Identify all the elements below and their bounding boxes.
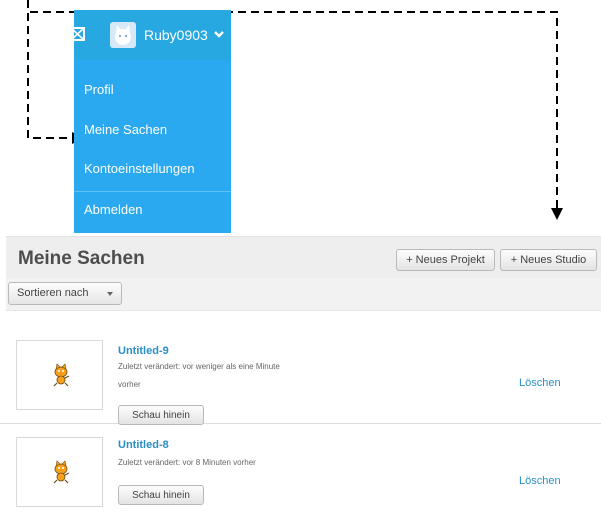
- view-project-button[interactable]: Schau hinein: [118, 485, 204, 505]
- project-thumbnail[interactable]: [16, 340, 103, 410]
- mail-icon[interactable]: [70, 26, 86, 42]
- account-dropdown-menu: Profil Meine Sachen Kontoeinstellungen A…: [74, 60, 231, 233]
- page-header: Meine Sachen + Neues Projekt + Neues Stu…: [6, 236, 601, 279]
- delete-project-link[interactable]: Löschen: [519, 377, 561, 389]
- scratch-cat-icon: [53, 363, 70, 387]
- project-row: Untitled-8 Zuletzt verändert: vor 8 Minu…: [0, 424, 601, 514]
- cat-avatar-icon[interactable]: [110, 22, 136, 48]
- project-modified-line1: Zuletzt verändert: vor weniger als eine …: [118, 362, 280, 371]
- account-bar: Ruby0903: [70, 10, 231, 60]
- arrow-right-head: [551, 208, 563, 220]
- page-title: Meine Sachen: [18, 248, 145, 269]
- project-row: Untitled-9 Zuletzt verändert: vor wenige…: [0, 335, 601, 425]
- username[interactable]: Ruby0903: [144, 27, 208, 43]
- project-modified-text: Zuletzt verändert: vor weniger als eine …: [118, 359, 328, 393]
- menu-item-profile[interactable]: Profil: [84, 82, 114, 97]
- view-project-button[interactable]: Schau hinein: [118, 405, 204, 425]
- chevron-down-icon[interactable]: [213, 28, 225, 40]
- project-title-link[interactable]: Untitled-9: [118, 345, 169, 357]
- menu-item-logout[interactable]: Abmelden: [84, 202, 143, 217]
- menu-item-my-stuff[interactable]: Meine Sachen: [84, 122, 167, 137]
- caret-down-icon: [107, 292, 113, 296]
- project-thumbnail[interactable]: [16, 437, 103, 507]
- project-title-link[interactable]: Untitled-8: [118, 439, 169, 451]
- sort-dropdown[interactable]: Sortieren nach: [8, 282, 122, 305]
- delete-project-link[interactable]: Löschen: [519, 475, 561, 487]
- new-studio-button[interactable]: + Neues Studio: [500, 249, 597, 271]
- project-modified-line2: vorher: [118, 380, 141, 389]
- project-modified-line1: Zuletzt verändert: vor 8 Minuten vorher: [118, 458, 256, 467]
- new-project-button[interactable]: + Neues Projekt: [396, 249, 495, 271]
- menu-divider: [74, 191, 231, 192]
- menu-item-account-settings[interactable]: Kontoeinstellungen: [84, 161, 195, 176]
- arrow-left-path: [27, 0, 70, 139]
- sort-label: Sortieren nach: [17, 287, 89, 299]
- scratch-cat-icon: [53, 460, 70, 484]
- sort-bar: Sortieren nach: [6, 278, 601, 311]
